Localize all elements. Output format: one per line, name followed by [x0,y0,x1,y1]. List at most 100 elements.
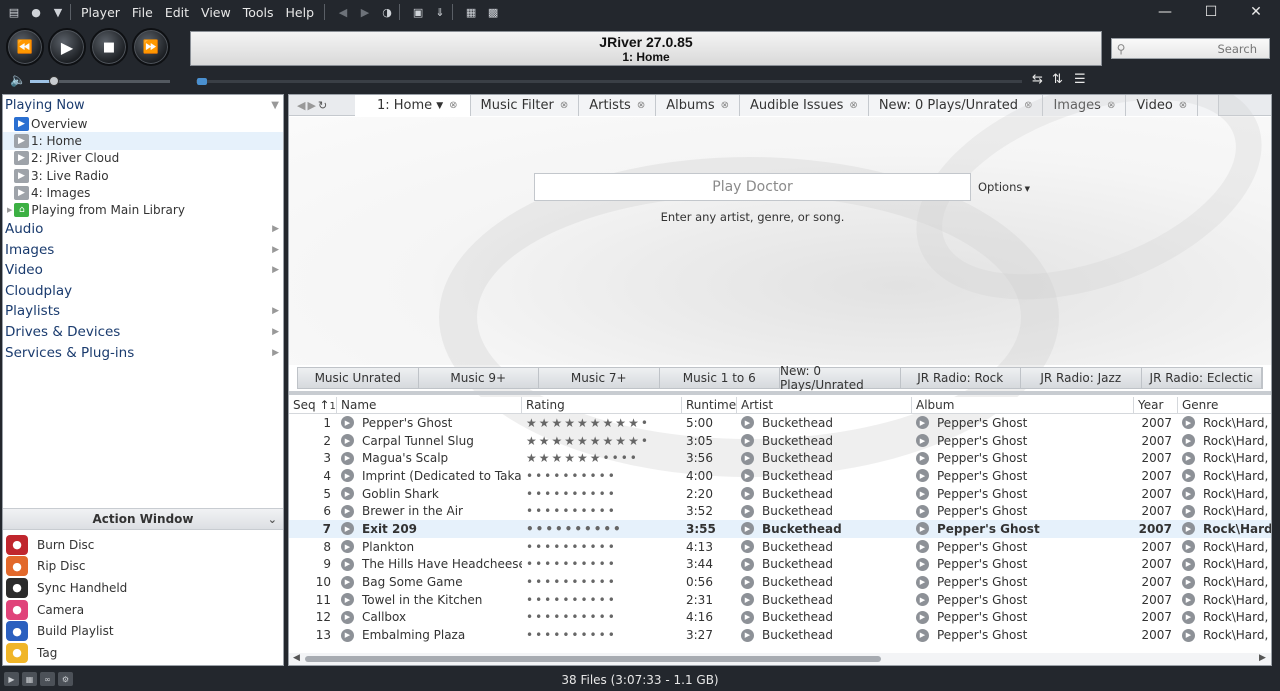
play-icon[interactable]: ▶ [341,593,354,607]
column-header-artist[interactable]: Artist [737,397,912,413]
display-view-icon[interactable]: ▣ [410,5,426,19]
artist-cell[interactable]: ▶ Buckethead [737,469,912,483]
tree-category-drives-devices[interactable]: Drives & Devices ▶ [3,322,283,343]
album-cell[interactable]: ▶ Pepper's Ghost [912,451,1134,465]
play-icon[interactable]: ▶ [1182,487,1195,501]
now-playing-display[interactable]: JRiver 27.0.85 1: Home [190,31,1102,66]
album-cell[interactable]: ▶ Pepper's Ghost [912,575,1134,589]
genre-cell[interactable]: ▶ Rock\Hard, P [1178,610,1271,624]
rating-cell[interactable]: ★★★★★★★★★• [522,416,682,430]
album-cell[interactable]: ▶ Pepper's Ghost [912,522,1134,536]
menu-item-tools[interactable]: Tools [237,0,280,24]
action-item[interactable]: ● Camera [3,599,283,621]
rating-stars[interactable]: •••••••••• [526,540,617,554]
play-icon[interactable]: ▶ [341,434,354,448]
action-item[interactable]: ● Build Playlist [3,620,283,642]
rating-cell[interactable]: •••••••••• [522,522,682,536]
chevron-right-icon[interactable]: ▶ [272,348,279,358]
tag-search-icon[interactable]: ▦ [463,5,479,19]
column-header-seq[interactable]: Seq ↑1 [289,397,337,413]
repeat-icon[interactable]: ⇆ [1032,72,1043,87]
back-icon[interactable]: ◀ [335,5,351,19]
table-row[interactable]: 7 ▶ Exit 209 •••••••••• 3:55 ▶ Buckethead ▶ Pepp… [289,520,1271,538]
genre-cell[interactable]: ▶ Rock\Hard, P [1178,628,1271,642]
quick-tab[interactable]: Music 9+ [418,368,539,388]
table-row[interactable]: 10 ▶ Bag Some Game •••••••••• 0:56 ▶ Buckethea… [289,573,1271,591]
tree-category-images[interactable]: Images ▶ [3,239,283,260]
tree-category-playlists[interactable]: Playlists ▶ [3,301,283,322]
play-icon[interactable]: ▶ [741,434,754,448]
album-cell[interactable]: ▶ Pepper's Ghost [912,469,1134,483]
quick-tab[interactable]: JR Radio: Rock [900,368,1021,388]
seek-knob[interactable] [197,78,207,85]
album-cell[interactable]: ▶ Pepper's Ghost [912,557,1134,571]
horizontal-scrollbar[interactable]: ◀ ▶ [289,653,1271,665]
quick-tab[interactable]: Music 7+ [539,368,660,388]
play-icon[interactable]: ▶ [741,504,754,518]
album-cell[interactable]: ▶ Pepper's Ghost [912,540,1134,554]
rating-stars[interactable]: ★★★★★★★★★• [526,434,650,448]
column-header-genre[interactable]: Genre [1178,397,1271,413]
rating-stars[interactable]: •••••••••• [526,557,617,571]
previous-button[interactable]: ⏪ [6,28,44,66]
play-button[interactable]: ▶ [48,28,86,66]
album-cell[interactable]: ▶ Pepper's Ghost [912,504,1134,518]
rating-stars[interactable]: •••••••••• [526,504,617,518]
genre-cell[interactable]: ▶ Rock\Hard, P [1178,504,1271,518]
shuffle-icon[interactable]: ⇅ [1052,72,1063,87]
play-icon[interactable]: ▶ [341,504,354,518]
play-icon[interactable]: ▶ [341,540,354,554]
play-icon[interactable]: ▶ [1182,575,1195,589]
tab-music-filter[interactable]: Music Filter ⊗ [470,95,580,116]
close-tab-icon[interactable]: ⊗ [449,100,457,111]
tree-category-video[interactable]: Video ▶ [3,260,283,281]
play-icon[interactable]: ▶ [341,575,354,589]
chevron-right-icon[interactable]: ▶ [272,245,279,255]
name-cell[interactable]: ▶ Bag Some Game [337,575,522,589]
chevron-right-icon[interactable]: ▶ [272,224,279,234]
search-input[interactable] [1130,41,1265,56]
album-cell[interactable]: ▶ Pepper's Ghost [912,434,1134,448]
play-icon[interactable]: ▶ [1182,434,1195,448]
tree-item-playing-now[interactable]: Playing Now ▼ [3,95,283,115]
close-tab-icon[interactable]: ⊗ [721,100,729,111]
tab-1-home[interactable]: 1: Home ▼ ⊗ [355,95,471,116]
play-icon[interactable]: ▶ [916,522,929,536]
table-row[interactable]: 9 ▶ The Hills Have Headcheese •••••••••• 3:4… [289,556,1271,574]
rating-cell[interactable]: •••••••••• [522,469,682,483]
play-icon[interactable]: ▶ [1182,593,1195,607]
play-icon[interactable]: ▶ [741,575,754,589]
volume-knob[interactable] [48,76,59,86]
album-cell[interactable]: ▶ Pepper's Ghost [912,593,1134,607]
play-icon[interactable]: ▶ [916,557,929,571]
play-icon[interactable]: ▶ [741,416,754,430]
scroll-right-icon[interactable]: ▶ [1259,653,1266,663]
play-icon[interactable]: ▶ [341,416,354,430]
tree-item[interactable]: ▶ ⌂ Playing from Main Library [3,201,283,218]
rating-stars[interactable]: •••••••••• [526,628,617,642]
artist-cell[interactable]: ▶ Buckethead [737,540,912,554]
name-cell[interactable]: ▶ Towel in the Kitchen [337,593,522,607]
play-icon[interactable]: ▶ [1182,416,1195,430]
scroll-left-icon[interactable]: ◀ [293,653,300,663]
rating-cell[interactable]: •••••••••• [522,575,682,589]
rating-stars[interactable]: ★★★★★★•••• [526,451,639,465]
close-tab-icon[interactable]: ⊗ [849,100,857,111]
action-item[interactable]: ● Burn Disc [3,534,283,556]
genre-cell[interactable]: ▶ Rock\Hard, P [1178,593,1271,607]
play-icon[interactable]: ▶ [916,451,929,465]
rating-cell[interactable]: •••••••••• [522,540,682,554]
play-icon[interactable]: ▶ [741,487,754,501]
tree-item[interactable]: ▶ 3: Live Radio [3,167,283,184]
rating-stars[interactable]: •••••••••• [526,610,617,624]
stop-button[interactable]: ■ [90,28,128,66]
play-icon[interactable]: ▶ [1182,522,1195,536]
rating-cell[interactable]: •••••••••• [522,610,682,624]
name-cell[interactable]: ▶ Exit 209 [337,522,522,536]
artist-cell[interactable]: ▶ Buckethead [737,504,912,518]
chevron-right-icon[interactable]: ▶ [272,327,279,337]
pane-splitter[interactable] [289,391,1271,395]
play-icon[interactable]: ▶ [916,416,929,430]
close-tab-icon[interactable]: ⊗ [637,100,645,111]
action-item[interactable]: ● Sync Handheld [3,577,283,599]
